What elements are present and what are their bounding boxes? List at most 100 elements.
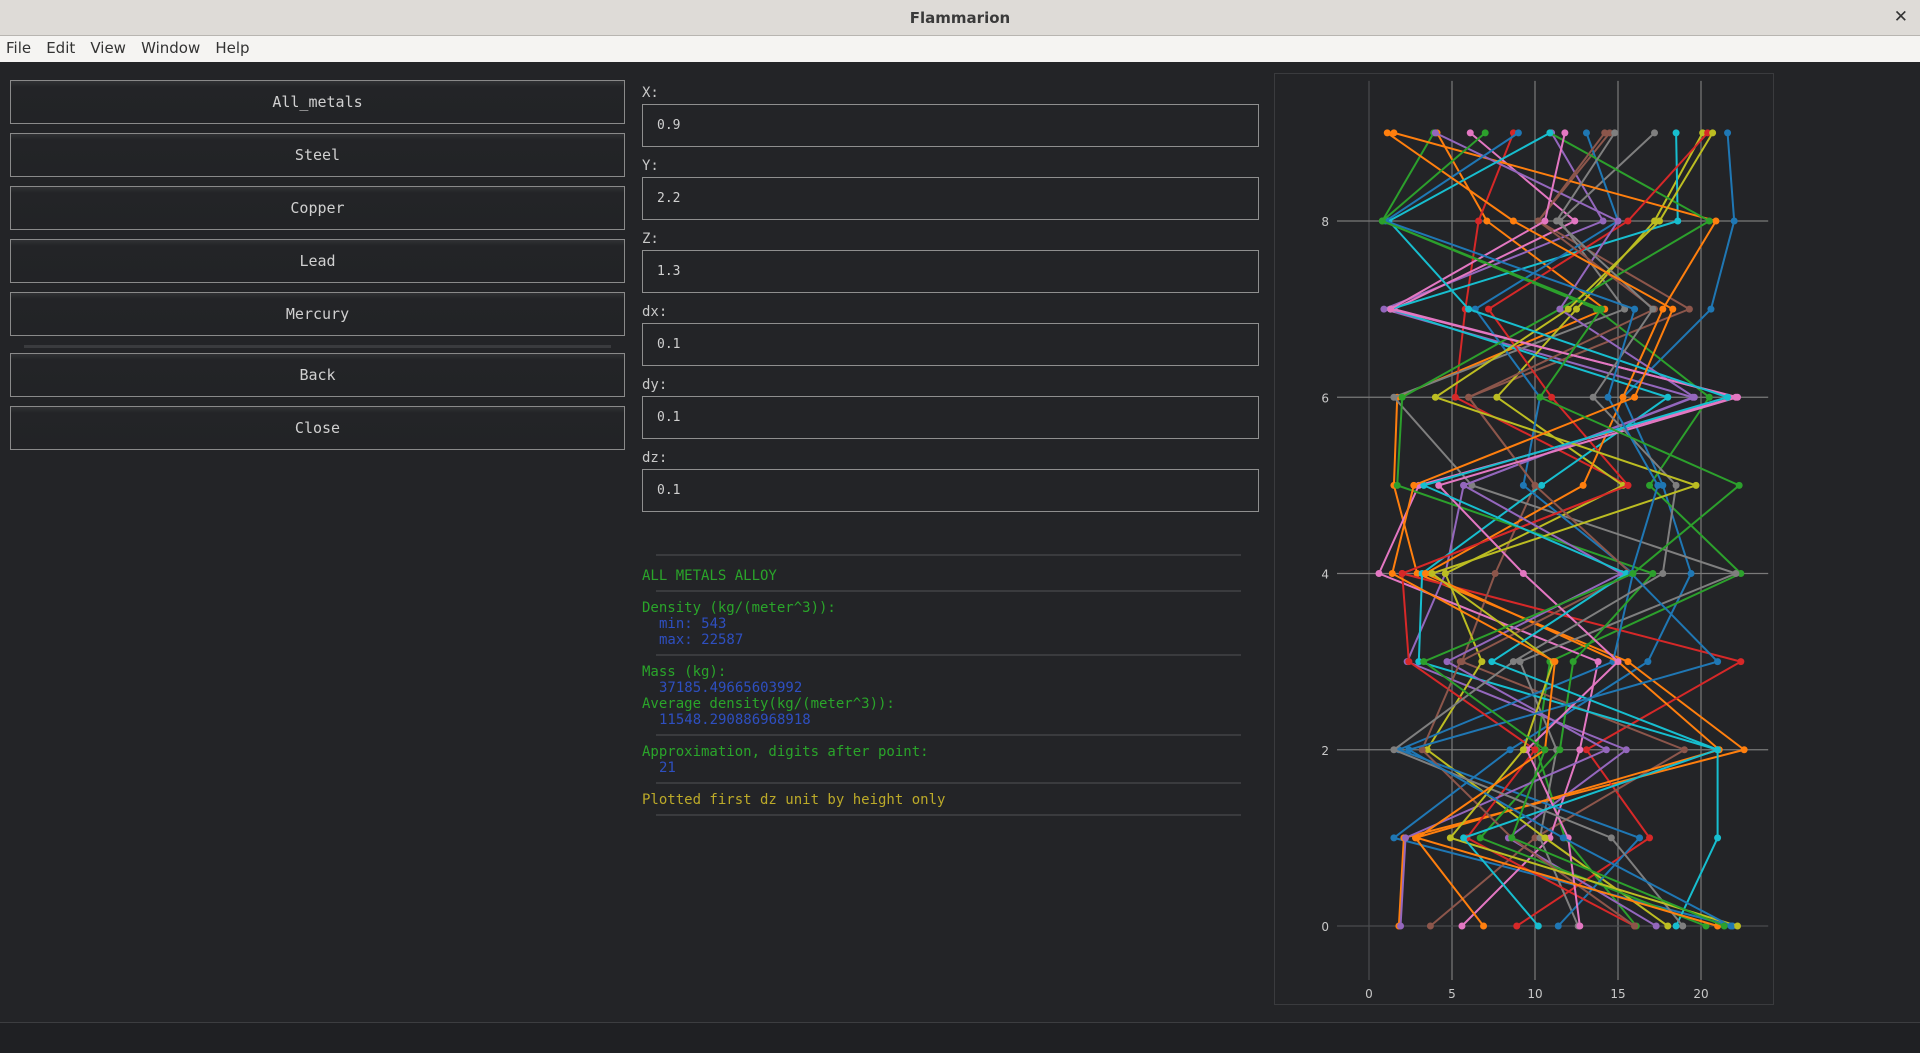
status-bar [0,1023,1920,1053]
trace-point-13 [1531,746,1539,754]
trace-point-9 [1674,217,1682,225]
trace-point-20 [1727,922,1735,930]
trace-point-14 [1556,305,1564,313]
trace-point-22 [1536,393,1544,401]
copper-button[interactable]: Copper [10,186,625,230]
trace-point-5 [1426,922,1434,930]
trace-point-0 [1724,129,1732,137]
trace-point-22 [1420,658,1428,666]
trace-point-13 [1624,217,1632,225]
trace-point-4 [1622,746,1630,754]
trace-point-15 [1465,393,1473,401]
trace-point-6 [1375,570,1383,577]
alloy-heading: ALL METALS ALLOY [642,568,777,584]
trace-point-7 [1651,129,1659,137]
trace-point-11 [1712,217,1720,225]
trace-point-20 [1631,305,1639,313]
trace-point-18 [1564,305,1572,313]
plot-panel[interactable]: 0510152002468trace 0trace 1trace 2trace … [1274,73,1862,1005]
menu-file[interactable]: File [0,36,37,57]
trace-point-14 [1690,393,1698,401]
trace-point-4 [1380,305,1388,313]
mercury-button[interactable]: Mercury [10,292,625,336]
all-metals-button[interactable]: All_metals [10,80,625,124]
trace-point-13 [1548,393,1556,401]
trace-point-11 [1659,305,1667,313]
trace-point-17 [1659,570,1667,577]
lead-button[interactable]: Lead [10,239,625,283]
trace-point-21 [1383,129,1391,137]
trace-point-22 [1541,746,1549,754]
trace-point-19 [1714,746,1722,754]
x-input[interactable]: 0.9 [642,104,1259,147]
menu-window[interactable]: Window [135,36,206,57]
trace-point-19 [1534,922,1542,930]
trace-point-16 [1519,570,1527,577]
trace-point-17 [1390,746,1398,754]
trace-point-10 [1582,129,1590,137]
trace-point-22 [1720,922,1728,930]
z-input[interactable]: 1.3 [642,250,1259,293]
back-button[interactable]: Back [10,353,625,397]
trace-point-17 [1649,305,1657,313]
trace-point-16 [1541,217,1549,225]
trace-point-3 [1475,217,1483,225]
trace-line-14 [1399,131,1697,927]
trace-chart[interactable]: 0510152002468trace 0trace 1trace 2trace … [1275,74,1862,1004]
trace-point-7 [1732,570,1740,577]
trace-point-18 [1692,481,1700,489]
dy-input[interactable]: 0.1 [642,396,1259,439]
menu-help[interactable]: Help [209,36,255,57]
approx-label: Approximation, digits after point: [642,744,929,760]
trace-point-20 [1559,834,1567,842]
trace-point-2 [1705,393,1713,401]
trace-point-6 [1576,746,1584,754]
divider [656,814,1241,816]
trace-line-4 [1380,132,1696,927]
trace-point-8 [1441,570,1449,577]
steel-button[interactable]: Steel [10,133,625,177]
trace-point-10 [1554,922,1562,930]
trace-point-12 [1649,570,1657,577]
trace-point-21 [1509,217,1517,225]
trace-point-14 [1460,481,1468,489]
y-input[interactable]: 2.2 [642,177,1259,220]
z-label: Z: [642,231,659,247]
trace-point-8 [1478,658,1486,666]
close-button[interactable]: Close [10,406,625,450]
trace-point-15 [1531,481,1539,489]
trace-point-6 [1571,217,1579,225]
approx-value: 21 [659,760,676,776]
trace-point-20 [1514,129,1522,137]
trace-point-9 [1714,834,1722,842]
trace-point-12 [1398,393,1406,401]
dz-input[interactable]: 0.1 [642,469,1259,512]
trace-point-13 [1624,481,1632,489]
trace-point-17 [1672,481,1680,489]
title-bar: Flammarion ✕ [0,0,1920,36]
trace-point-16 [1614,658,1622,666]
trace-point-5 [1680,746,1688,754]
menu-edit[interactable]: Edit [40,36,81,57]
trace-point-22 [1508,834,1516,842]
y-tick-label: 8 [1321,215,1329,229]
trace-point-1 [1624,658,1632,666]
trace-point-0 [1730,217,1738,225]
menu-view[interactable]: View [84,36,132,57]
trace-line-3 [1398,132,1744,927]
trace-point-13 [1405,658,1413,666]
trace-point-18 [1446,834,1454,842]
trace-point-15 [1601,129,1609,137]
trace-point-3 [1582,746,1590,754]
trace-point-16 [1734,393,1742,401]
trace-point-18 [1709,129,1717,137]
close-icon[interactable]: ✕ [1894,7,1908,27]
dx-input[interactable]: 0.1 [642,323,1259,366]
dy-label: dy: [642,377,668,393]
trace-point-0 [1707,305,1715,313]
trace-point-17 [1509,658,1517,666]
trace-point-17 [1679,922,1687,930]
menu-bar: File Edit View Window Help [0,36,1920,62]
trace-point-21 [1410,481,1418,489]
trace-point-17 [1607,834,1615,842]
